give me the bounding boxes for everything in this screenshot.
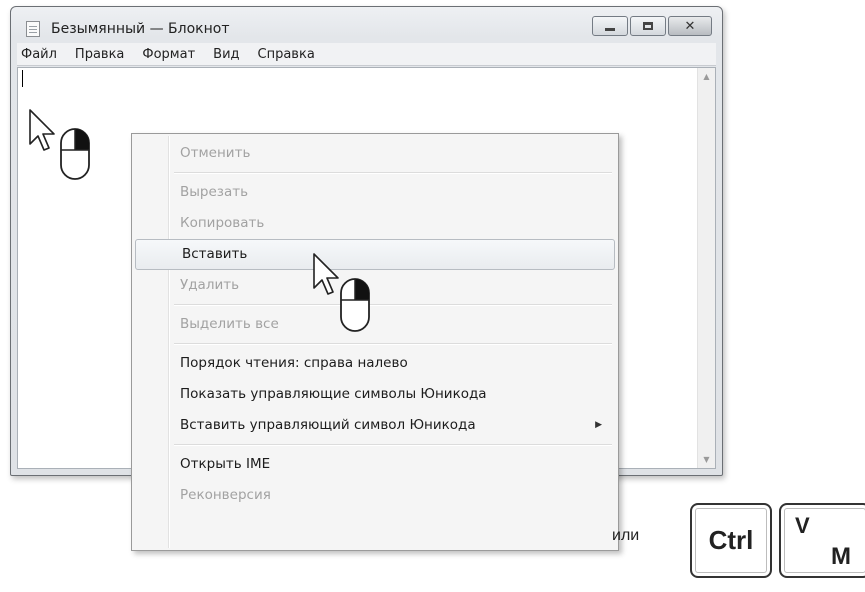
menu-edit[interactable]: Правка	[66, 47, 133, 62]
close-button[interactable]: ✕	[668, 16, 712, 36]
mouse-right-click-icon	[340, 278, 370, 332]
window-title: Безымянный — Блокнот	[51, 21, 230, 37]
menu-format[interactable]: Формат	[133, 47, 204, 62]
ctx-show-unicode-control[interactable]: Показать управляющие символы Юникода	[134, 379, 616, 410]
minimize-icon	[605, 27, 615, 31]
ctx-reconversion: Реконверсия	[180, 487, 271, 503]
cursor-with-mouse-top	[29, 109, 90, 180]
submenu-arrow-icon: ▶	[595, 420, 602, 430]
ctx-separator	[174, 304, 612, 306]
v-key: V М	[779, 503, 865, 578]
v-key-latin-label: V	[795, 513, 810, 538]
minimize-button[interactable]	[592, 16, 628, 36]
ctx-separator	[174, 444, 612, 446]
context-menu: Отменить Вырезать Копировать Вставить Уд…	[131, 133, 619, 551]
ctx-open-ime[interactable]: Открыть IME	[134, 449, 616, 480]
ctx-separator	[174, 343, 612, 345]
or-label: или	[612, 527, 640, 544]
ctrl-key-label: Ctrl	[708, 525, 754, 555]
ctx-rtl-reading-order[interactable]: Порядок чтения: справа налево	[134, 348, 616, 379]
v-key-cyrillic-label: М	[831, 543, 851, 570]
ctx-cut: Вырезать	[180, 184, 249, 200]
vertical-scrollbar[interactable]: ▲ ▼	[697, 68, 715, 468]
menu-file[interactable]: Файл	[17, 47, 66, 62]
close-icon: ✕	[684, 18, 696, 34]
window-controls: ✕	[592, 16, 712, 36]
scroll-down-icon[interactable]: ▼	[698, 451, 715, 468]
ctx-copy: Копировать	[180, 215, 265, 231]
mouse-pointer-icon	[313, 253, 339, 295]
ctrl-key: Ctrl	[690, 503, 772, 578]
maximize-icon	[643, 22, 653, 30]
ctx-separator	[174, 172, 612, 174]
ctx-undo: Отменить	[180, 145, 251, 161]
maximize-button[interactable]	[630, 16, 666, 36]
title-bar[interactable]: Безымянный — Блокнот ✕	[11, 7, 722, 45]
ctx-insert-unicode-control-label: Вставить управляющий символ Юникода	[180, 417, 476, 433]
menu-bar: Файл Правка Формат Вид Справка	[17, 43, 716, 66]
menu-help[interactable]: Справка	[249, 47, 324, 62]
ctx-insert-unicode-control[interactable]: Вставить управляющий символ Юникода ▶	[134, 410, 616, 441]
scroll-up-icon[interactable]: ▲	[698, 68, 715, 85]
text-caret	[22, 70, 23, 87]
mouse-pointer-icon	[29, 109, 55, 151]
mouse-right-click-icon	[60, 128, 90, 180]
notepad-icon	[26, 21, 40, 37]
cursor-with-mouse-paste	[313, 253, 370, 332]
menu-view[interactable]: Вид	[204, 47, 248, 62]
